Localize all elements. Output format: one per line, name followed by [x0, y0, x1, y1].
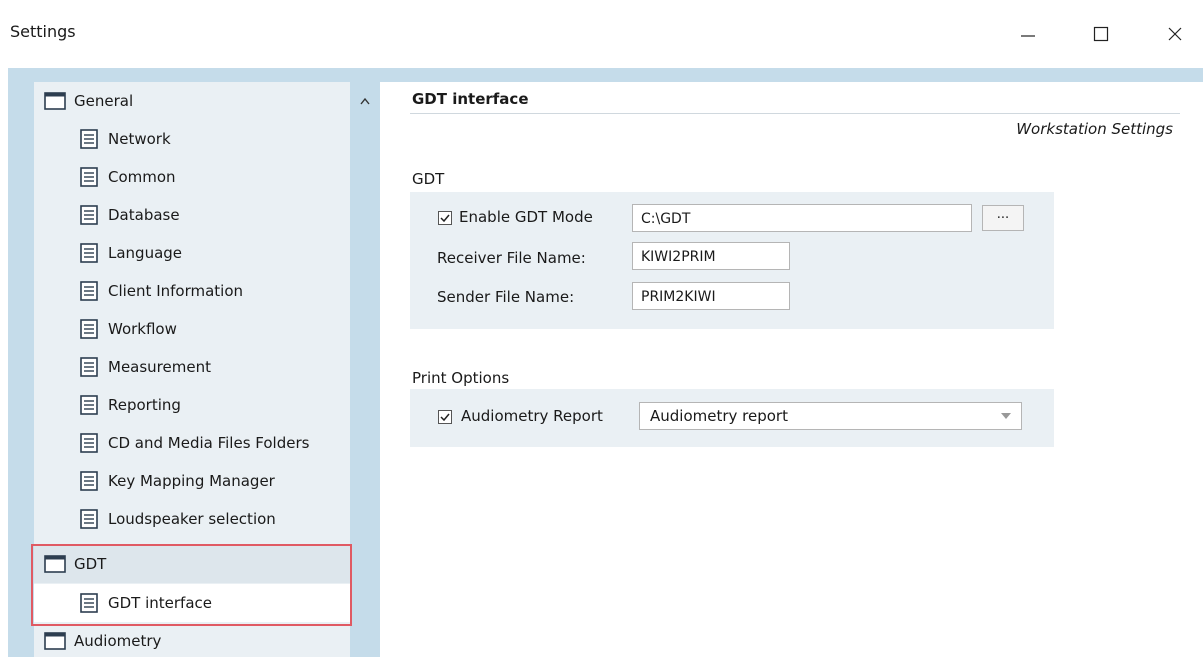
- folder-icon: [44, 90, 66, 112]
- page-icon: [78, 470, 100, 492]
- receiver-file-label: Receiver File Name:: [437, 249, 586, 267]
- page-icon: [78, 432, 100, 454]
- tree-item-gdt-interface[interactable]: GDT interface: [34, 584, 350, 622]
- maximize-icon: [1093, 26, 1109, 42]
- tree-item-common[interactable]: Common: [34, 158, 350, 196]
- folder-icon: [44, 553, 66, 575]
- dropdown-arrow-icon: [1001, 413, 1011, 419]
- tree-item-label: Client Information: [108, 282, 244, 300]
- tree-item-label: Key Mapping Manager: [108, 472, 275, 490]
- page-icon: [78, 280, 100, 302]
- close-button[interactable]: [1152, 14, 1198, 54]
- enable-gdt-label: Enable GDT Mode: [459, 208, 593, 226]
- tree-scrollbar[interactable]: [350, 82, 379, 657]
- tree-item-general[interactable]: General: [34, 82, 350, 120]
- minimize-icon: [1021, 35, 1035, 37]
- page-icon: [78, 592, 100, 614]
- report-select[interactable]: Audiometry report: [639, 402, 1022, 430]
- sender-file-input[interactable]: PRIM2KIWI: [632, 282, 790, 310]
- tree-item-label: Workflow: [108, 320, 177, 338]
- page-icon: [78, 318, 100, 340]
- tree-item-label: Loudspeaker selection: [108, 510, 276, 528]
- print-options-label: Print Options: [412, 369, 510, 387]
- tree-item-label: Database: [108, 206, 180, 224]
- chevron-up-icon: [360, 97, 370, 105]
- receiver-file-input[interactable]: KIWI2PRIM: [632, 242, 790, 270]
- tree-item-label: Network: [108, 130, 171, 148]
- page-icon: [78, 242, 100, 264]
- minimize-button[interactable]: [1005, 14, 1051, 54]
- report-select-value: Audiometry report: [650, 407, 788, 425]
- title-bar: Settings: [0, 0, 1203, 68]
- tree-item-label: GDT: [74, 555, 107, 573]
- panel-title: GDT interface: [412, 90, 529, 108]
- gdt-section-label: GDT: [412, 170, 445, 188]
- browse-button[interactable]: ...: [982, 205, 1024, 231]
- checkmark-icon: [440, 214, 450, 223]
- tree-item-label: CD and Media Files Folders: [108, 434, 310, 452]
- tree-item-label: Common: [108, 168, 176, 186]
- page-icon: [78, 394, 100, 416]
- tree-item-label: General: [74, 92, 134, 110]
- sender-file-label: Sender File Name:: [437, 288, 575, 306]
- title-divider: [410, 113, 1180, 114]
- tree-item-loudspeaker-selection[interactable]: Loudspeaker selection: [34, 500, 350, 538]
- page-icon: [78, 166, 100, 188]
- tree-item-gdt[interactable]: GDT: [34, 545, 350, 583]
- tree-item-reporting[interactable]: Reporting: [34, 386, 350, 424]
- tree-item-workflow[interactable]: Workflow: [34, 310, 350, 348]
- tree-item-label: Language: [108, 244, 183, 262]
- settings-scope-label: Workstation Settings: [1016, 120, 1173, 138]
- tree-item-label: GDT interface: [108, 594, 213, 612]
- tree-item-cd-media-folders[interactable]: CD and Media Files Folders: [34, 424, 350, 462]
- window-title: Settings: [10, 22, 76, 41]
- maximize-button[interactable]: [1078, 14, 1124, 54]
- tree-item-label: Reporting: [108, 396, 181, 414]
- settings-tree: General Network Common Database Language…: [34, 82, 379, 657]
- enable-gdt-checkbox[interactable]: [438, 211, 452, 225]
- page-icon: [78, 128, 100, 150]
- gdt-path-input[interactable]: C:\GDT: [632, 204, 972, 232]
- page-icon: [78, 204, 100, 226]
- page-icon: [78, 508, 100, 530]
- audiometry-report-checkbox[interactable]: [438, 410, 452, 424]
- tree-item-network[interactable]: Network: [34, 120, 350, 158]
- tree-item-label: Audiometry: [74, 632, 162, 650]
- tree-item-client-information[interactable]: Client Information: [34, 272, 350, 310]
- tree-item-language[interactable]: Language: [34, 234, 350, 272]
- tree-item-label: Measurement: [108, 358, 211, 376]
- folder-icon: [44, 630, 66, 652]
- scroll-up-button[interactable]: [356, 92, 374, 110]
- checkmark-icon: [440, 413, 450, 422]
- tree-item-database[interactable]: Database: [34, 196, 350, 234]
- tree-item-audiometry[interactable]: Audiometry: [34, 622, 350, 657]
- tree-item-measurement[interactable]: Measurement: [34, 348, 350, 386]
- page-icon: [78, 356, 100, 378]
- close-icon: [1168, 27, 1182, 41]
- audiometry-report-label: Audiometry Report: [461, 407, 603, 425]
- tree-item-key-mapping-manager[interactable]: Key Mapping Manager: [34, 462, 350, 500]
